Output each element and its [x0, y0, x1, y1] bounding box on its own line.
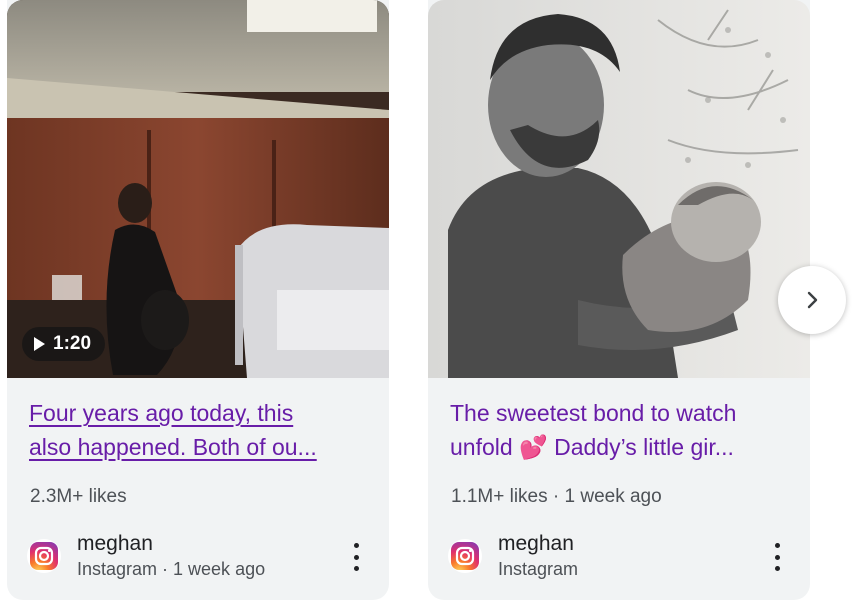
- instagram-icon: [27, 539, 61, 573]
- instagram-icon: [448, 539, 482, 573]
- post-title-link[interactable]: Four years ago today, this also happened…: [29, 396, 374, 464]
- post-title-link[interactable]: The sweetest bond to watch unfold 💕 Dadd…: [450, 396, 795, 464]
- chevron-right-icon: [807, 291, 818, 309]
- video-duration: 1:20: [53, 333, 92, 354]
- post-likes: 2.3M+ likes: [30, 486, 127, 507]
- more-vert-icon[interactable]: [771, 543, 783, 571]
- post-likes: 1.1M+ likes · 1 week ago: [451, 486, 662, 507]
- source-text: meghan Instagram · 1 week ago: [77, 531, 265, 582]
- post-carousel: 1:20 Four years ago today, this also hap…: [0, 0, 857, 600]
- video-duration-badge: 1:20: [22, 327, 106, 361]
- photo-thumbnail[interactable]: [428, 0, 810, 378]
- post-source: meghan Instagram · 1 week ago: [27, 531, 372, 585]
- post-title-line: also happened. Both of ou...: [29, 434, 317, 460]
- source-name: meghan: [77, 532, 153, 555]
- post-title-line: The sweetest bond to watch: [450, 400, 737, 426]
- more-vert-icon[interactable]: [350, 543, 362, 571]
- source-text: meghan Instagram: [498, 531, 578, 582]
- post-card[interactable]: 1:20 Four years ago today, this also hap…: [7, 0, 389, 600]
- source-name: meghan: [498, 532, 574, 555]
- post-title-line: Four years ago today, this: [29, 400, 294, 426]
- source-subtitle: Instagram: [498, 559, 579, 579]
- post-title-line: unfold 💕 Daddy’s little gir...: [450, 434, 734, 460]
- carousel-next-button[interactable]: [778, 266, 846, 334]
- source-subtitle: Instagram · 1 week ago: [77, 559, 266, 579]
- post-source: meghan Instagram: [448, 531, 793, 585]
- play-icon: [34, 337, 45, 351]
- post-card[interactable]: The sweetest bond to watch unfold 💕 Dadd…: [428, 0, 810, 600]
- video-thumbnail[interactable]: 1:20: [7, 0, 389, 378]
